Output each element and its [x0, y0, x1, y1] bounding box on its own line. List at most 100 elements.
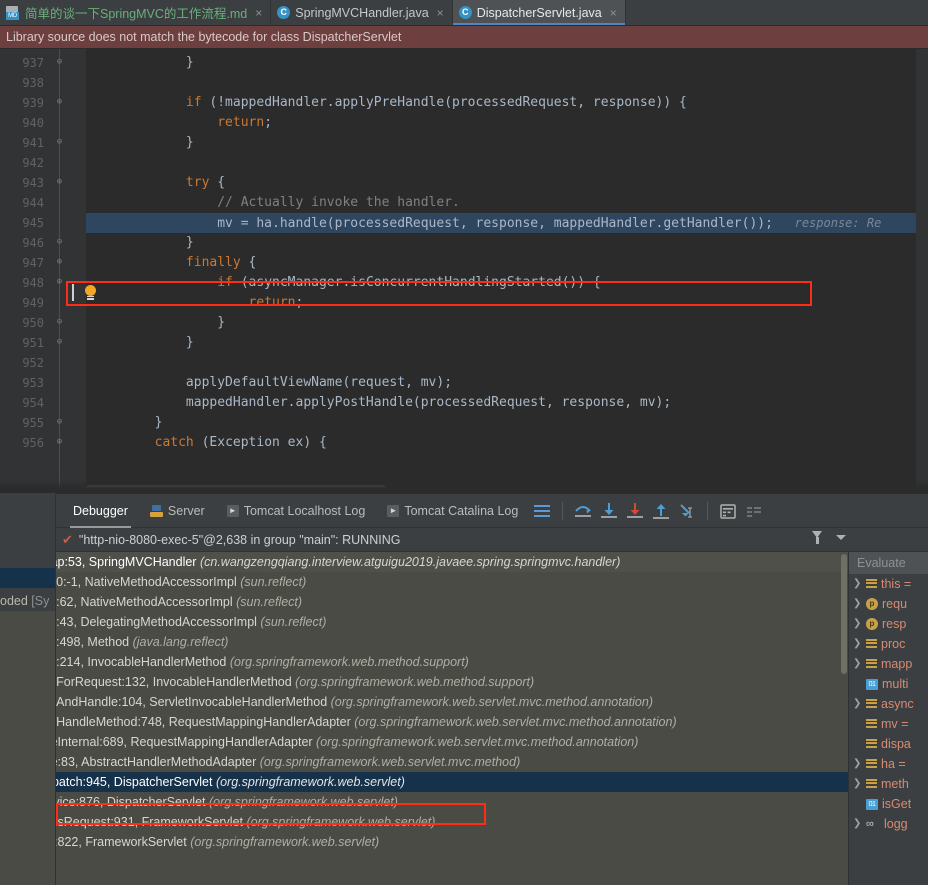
stack-frame-row[interactable]: invoke:498, Method (java.lang.reflect) [0, 632, 848, 652]
code-line[interactable]: } [86, 413, 928, 433]
stack-frame-row[interactable]: handleInternal:689, RequestMappingHandle… [0, 732, 848, 752]
chevron-right-icon[interactable]: ❯ [853, 634, 862, 654]
gutter-line-number[interactable]: 941 ⊖ [0, 133, 86, 153]
stack-frame-row[interactable]: processRequest:931, FrameworkServlet (or… [0, 812, 848, 832]
gutter-line-number[interactable]: 956 ⊕ [0, 433, 86, 453]
editor-tab-dispatcherservlet[interactable]: C DispatcherServlet.java × [452, 0, 626, 25]
stack-frame-row[interactable]: invoke:62, NativeMethodAccessorImpl (sun… [0, 592, 848, 612]
stack-frame-row[interactable]: invokeAndHandle:104, ServletInvocableHan… [0, 692, 848, 712]
code-line[interactable]: mappedHandler.applyPostHandle(processedR… [86, 393, 928, 413]
chevron-right-icon[interactable]: ❯ [853, 814, 862, 834]
editor-tab-springmvchandler[interactable]: C SpringMVCHandler.java × [271, 0, 453, 25]
code-fold-icon[interactable]: ⊕ [55, 438, 64, 447]
evaluate-expression-field[interactable]: Evaluate [849, 552, 928, 574]
evaluate-expression-icon[interactable] [717, 500, 739, 522]
gutter-line-number[interactable]: 955 ⊖ [0, 413, 86, 433]
code-line[interactable]: return; [86, 113, 928, 133]
editor-code-area[interactable]: } if (!mappedHandler.applyPreHandle(proc… [86, 49, 928, 493]
code-fold-icon[interactable]: ⊕ [55, 278, 64, 287]
gutter-line-number[interactable]: 945 [0, 213, 86, 233]
gutter-line-number[interactable]: 954 [0, 393, 86, 413]
run-to-cursor-icon[interactable] [676, 500, 698, 522]
stack-frame-row[interactable]: testMap:53, SpringMVCHandler (cn.wangzen… [0, 552, 848, 572]
debug-tab-debugger[interactable]: Debugger [62, 494, 139, 528]
gutter-line-number[interactable]: 952 [0, 353, 86, 373]
chevron-down-icon[interactable] [836, 535, 846, 540]
code-line[interactable]: } [86, 313, 928, 333]
code-line[interactable]: finally { [86, 253, 928, 273]
stack-frame-row[interactable]: invoke0:-1, NativeMethodAccessorImpl (su… [0, 572, 848, 592]
code-fold-icon[interactable]: ⊖ [55, 418, 64, 427]
code-line[interactable]: try { [86, 173, 928, 193]
chevron-right-icon[interactable]: ❯ [853, 614, 862, 634]
code-line[interactable]: } [86, 133, 928, 153]
frames-list[interactable]: testMap:53, SpringMVCHandler (cn.wangzen… [0, 552, 848, 885]
stack-frame-row[interactable]: ↶doDispatch:945, DispatcherServlet (org.… [0, 772, 848, 792]
debug-tab-tomcat-localhost-log[interactable]: ► Tomcat Localhost Log [216, 494, 377, 528]
gutter-line-number[interactable]: 950 ⊖ [0, 313, 86, 333]
code-line[interactable]: return; [86, 293, 928, 313]
stack-frame-row[interactable]: doService:876, DispatcherServlet (org.sp… [0, 792, 848, 812]
chevron-right-icon[interactable]: ❯ [853, 694, 862, 714]
frames-scrollbar[interactable] [841, 554, 847, 674]
stack-frame-row[interactable]: invokeForRequest:132, InvocableHandlerMe… [0, 672, 848, 692]
chevron-right-icon[interactable]: ❯ [853, 654, 862, 674]
gutter-line-number[interactable]: 951 ⊖ [0, 333, 86, 353]
stack-frame-row[interactable]: invoke:214, InvocableHandlerMethod (org.… [0, 652, 848, 672]
variable-row[interactable]: ❯ ∞ logg [849, 814, 928, 834]
chevron-right-icon[interactable]: ❯ [853, 594, 862, 614]
intention-bulb-icon[interactable] [84, 285, 97, 300]
gutter-line-number[interactable]: 938 [0, 73, 86, 93]
close-icon[interactable]: × [609, 7, 618, 19]
chevron-right-icon[interactable]: ❯ [853, 774, 862, 794]
close-icon[interactable]: × [254, 7, 263, 19]
sort-values-icon[interactable] [743, 500, 765, 522]
code-line[interactable]: } [86, 333, 928, 353]
step-into-icon[interactable] [598, 500, 620, 522]
gutter-line-number[interactable]: 947 ⊕ [0, 253, 86, 273]
code-editor[interactable]: 937 ⊖ 938 939 ⊕ 940 941 ⊖ 942 943 ⊕ 944 945 946 ⊖ 947 ⊕ 9… [0, 49, 928, 493]
chevron-right-icon[interactable]: ❯ [853, 754, 862, 774]
variable-row[interactable]: ❯ meth [849, 774, 928, 794]
stack-frame-row[interactable]: doGet:822, FrameworkServlet (org.springf… [0, 832, 848, 852]
gutter-line-number[interactable]: 942 [0, 153, 86, 173]
filter-icon[interactable] [812, 531, 823, 544]
code-fold-icon[interactable]: ⊖ [55, 238, 64, 247]
code-fold-icon[interactable]: ⊕ [55, 98, 64, 107]
variable-row[interactable]: ❯01multi [849, 674, 928, 694]
debug-tab-tomcat-catalina-log[interactable]: ► Tomcat Catalina Log [376, 494, 529, 528]
code-line[interactable]: catch (Exception ex) { [86, 433, 928, 453]
code-fold-icon[interactable]: ⊕ [55, 258, 64, 267]
error-stripe-scrollbar[interactable] [916, 49, 928, 493]
code-line[interactable]: if (asyncManager.isConcurrentHandlingSta… [86, 273, 928, 293]
editor-gutter[interactable]: 937 ⊖ 938 939 ⊕ 940 941 ⊖ 942 943 ⊕ 944 945 946 ⊖ 947 ⊕ 9… [0, 49, 86, 493]
gutter-line-number[interactable]: 943 ⊕ [0, 173, 86, 193]
code-fold-icon[interactable]: ⊖ [55, 318, 64, 327]
stack-frame-row[interactable]: invoke:43, DelegatingMethodAccessorImpl … [0, 612, 848, 632]
code-fold-icon[interactable]: ⊖ [55, 338, 64, 347]
variable-row[interactable]: ❯ async [849, 694, 928, 714]
step-over-icon[interactable] [572, 500, 594, 522]
gutter-line-number[interactable]: 946 ⊖ [0, 233, 86, 253]
show-execution-point-icon[interactable] [531, 500, 553, 522]
code-line[interactable]: if (!mappedHandler.applyPreHandle(proces… [86, 93, 928, 113]
close-icon[interactable]: × [436, 7, 445, 19]
code-line[interactable]: } [86, 233, 928, 253]
code-line[interactable] [86, 153, 928, 173]
force-step-into-icon[interactable] [624, 500, 646, 522]
code-fold-icon[interactable]: ⊖ [55, 138, 64, 147]
code-line[interactable]: applyDefaultViewName(request, mv); [86, 373, 928, 393]
code-fold-icon[interactable]: ⊕ [55, 178, 64, 187]
variables-panel[interactable]: Evaluate ❯ this = ❯ prequ ❯ presp ❯ proc ❯ mapp ❯ 0… [848, 552, 928, 885]
thread-status-row[interactable]: ✔ "http-nio-8080-exec-5"@2,638 in group … [0, 528, 928, 552]
gutter-line-number[interactable]: 944 [0, 193, 86, 213]
variable-row[interactable]: ❯mv = [849, 714, 928, 734]
gutter-line-number[interactable]: 953 [0, 373, 86, 393]
variable-row[interactable]: ❯ p requ [849, 594, 928, 614]
variable-row[interactable]: ❯ mapp [849, 654, 928, 674]
stack-frame-row[interactable]: handle:83, AbstractHandlerMethodAdapter … [0, 752, 848, 772]
chevron-right-icon[interactable]: ❯ [853, 574, 862, 594]
gutter-line-number[interactable]: 939 ⊕ [0, 93, 86, 113]
gutter-line-number[interactable]: 940 [0, 113, 86, 133]
variable-row[interactable]: ❯01isGet [849, 794, 928, 814]
